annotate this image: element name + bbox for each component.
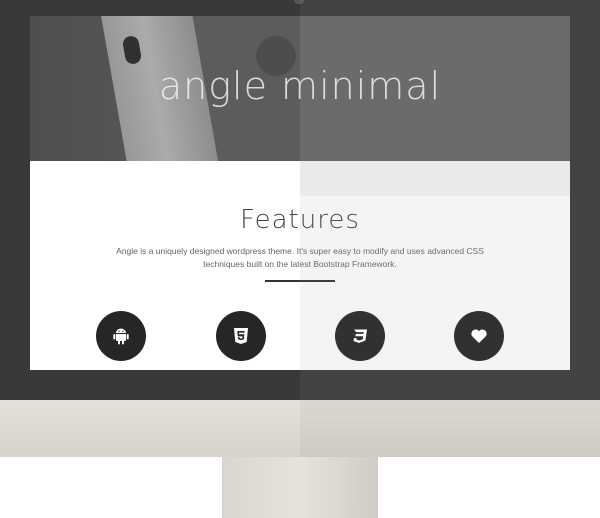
hero-section: angle minimal: [30, 16, 570, 161]
hero-reflection: [300, 16, 570, 161]
hero-title: angle minimal: [158, 64, 442, 108]
feature-heart-button[interactable]: [454, 311, 504, 361]
monitor-chin-shade: [300, 400, 600, 457]
feature-html5-button[interactable]: [216, 311, 266, 361]
features-section: Features Angle is a uniquely designed wo…: [30, 161, 570, 370]
camera: [294, 0, 304, 4]
screen-reflection-band: [300, 161, 570, 196]
feature-css3-button[interactable]: [335, 311, 385, 361]
feature-android-button[interactable]: [96, 311, 146, 361]
html5-icon: [234, 328, 248, 344]
monitor-stand: [222, 457, 378, 518]
features-description: Angle is a uniquely designed wordpress t…: [116, 246, 484, 269]
android-icon: [113, 328, 129, 345]
features-divider: [265, 280, 335, 282]
screen-reflection: [300, 161, 570, 370]
monitor-frame: angle minimal Features Angle is a unique…: [0, 0, 600, 400]
css3-icon: [353, 329, 367, 343]
heart-icon: [471, 329, 487, 343]
features-title: Features: [240, 205, 360, 235]
monitor-screen: angle minimal Features Angle is a unique…: [30, 16, 570, 370]
